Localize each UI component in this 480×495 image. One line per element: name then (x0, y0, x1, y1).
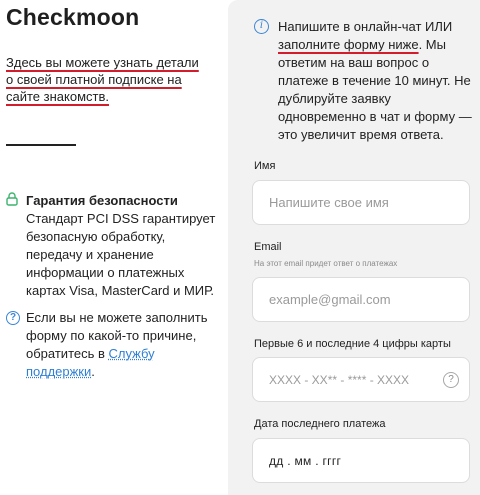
date-label: Дата последнего платежа (254, 418, 386, 430)
card-input[interactable]: XXXX - XX** - **** - XXXX ? (252, 357, 470, 402)
name-input[interactable]: Напишите свое имя (252, 180, 470, 225)
left-panel: Checkmoon Здесь вы можете узнать детали … (0, 0, 228, 495)
name-placeholder: Напишите свое имя (269, 195, 389, 210)
date-input[interactable]: дд . мм . гггг (252, 438, 470, 483)
guarantee-body: Стандарт PCI DSS гарантирует безопасную … (26, 211, 216, 298)
name-label: Имя (254, 160, 276, 172)
lock-icon (6, 192, 20, 300)
date-value: дд . мм . гггг (269, 453, 342, 468)
guarantee-title: Гарантия безопасности (26, 193, 178, 208)
form-panel: i Напишите в онлайн-чат ИЛИ заполните фо… (228, 0, 480, 495)
support-suffix: . (91, 364, 95, 379)
divider (6, 144, 76, 146)
info-icon: i (254, 19, 269, 34)
security-guarantee: Гарантия безопасности Стандарт PCI DSS г… (6, 192, 221, 300)
info-note: i Напишите в онлайн-чат ИЛИ заполните фо… (254, 18, 472, 144)
info-text-after: . Мы ответим на ваш вопрос о платеже в т… (278, 37, 472, 142)
email-placeholder: example@gmail.com (269, 292, 391, 307)
email-hint: На этот email придет ответ о платежах (254, 259, 398, 268)
brand-logo: Checkmoon (6, 4, 140, 30)
info-form-link: заполните форму ниже (278, 37, 419, 52)
question-icon: ? (6, 311, 20, 325)
card-placeholder: XXXX - XX** - **** - XXXX (269, 372, 410, 387)
email-input[interactable]: example@gmail.com (252, 277, 470, 322)
intro-text: Здесь вы можете узнать детали о своей пл… (6, 55, 199, 104)
support-note: ? Если вы не можете заполнить форму по к… (6, 309, 221, 381)
info-text-before: Напишите в онлайн-чат ИЛИ (278, 19, 453, 34)
email-label: Email (254, 241, 282, 253)
card-label: Первые 6 и последние 4 цифры карты (254, 338, 451, 350)
help-icon[interactable]: ? (443, 372, 459, 388)
